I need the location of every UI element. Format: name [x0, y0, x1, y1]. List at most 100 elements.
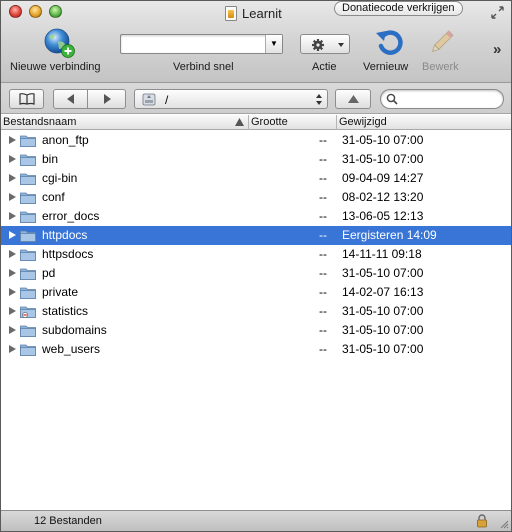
file-row[interactable]: httpdocs -- Eergisteren 14:09	[1, 226, 511, 245]
file-size: --	[319, 285, 327, 299]
disclosure-triangle-icon[interactable]	[9, 174, 16, 182]
close-window-button[interactable]	[9, 5, 22, 18]
refresh-button[interactable]	[372, 27, 406, 59]
path-dropdown[interactable]: /	[134, 89, 328, 109]
file-size: --	[319, 323, 327, 337]
zoom-window-button[interactable]	[49, 5, 62, 18]
new-connection-button[interactable]	[41, 27, 77, 59]
column-header-modified[interactable]: Gewijzigd	[337, 115, 511, 130]
file-name: bin	[42, 152, 59, 166]
file-row[interactable]: subdomains -- 31-05-10 07:00	[1, 321, 511, 340]
file-modified: 31-05-10 07:00	[342, 133, 424, 147]
file-modified: 14-02-07 16:13	[342, 285, 424, 299]
column-header-name-label: Bestandsnaam	[3, 116, 77, 128]
file-row[interactable]: conf -- 08-02-12 13:20	[1, 188, 511, 207]
file-name: pd	[42, 266, 56, 280]
file-size: --	[319, 228, 327, 242]
document-icon	[225, 5, 237, 21]
disclosure-triangle-icon[interactable]	[9, 231, 16, 239]
folder-restricted-icon	[20, 306, 36, 318]
file-name: httpdocs	[42, 228, 88, 242]
file-modified: 31-05-10 07:00	[342, 304, 424, 318]
lock-icon[interactable]	[475, 514, 489, 528]
disclosure-triangle-icon[interactable]	[9, 250, 16, 258]
file-modified: 08-02-12 13:20	[342, 190, 424, 204]
file-size: --	[319, 209, 327, 223]
back-arrow-icon	[66, 94, 74, 104]
file-row[interactable]: anon_ftp -- 31-05-10 07:00	[1, 131, 511, 150]
column-header-size-label: Grootte	[251, 116, 288, 128]
disclosure-triangle-icon[interactable]	[9, 288, 16, 296]
back-button[interactable]	[53, 89, 88, 109]
column-header-name[interactable]: Bestandsnaam	[1, 115, 249, 130]
folder-icon	[20, 173, 36, 185]
chevron-down-icon[interactable]: ▼	[265, 35, 282, 53]
file-name: subdomains	[42, 323, 107, 337]
file-size: --	[319, 171, 327, 185]
globe-add-icon	[44, 28, 75, 58]
app-window: Learnit Donatiecode verkrijgen Nieuwe ve…	[0, 0, 512, 532]
file-row[interactable]: bin -- 31-05-10 07:00	[1, 150, 511, 169]
refresh-icon	[376, 30, 403, 55]
quick-connect-label: Verbind snel	[173, 61, 234, 73]
disclosure-triangle-icon[interactable]	[9, 307, 16, 315]
file-row[interactable]: error_docs -- 13-06-05 12:13	[1, 207, 511, 226]
file-modified: 09-04-09 14:27	[342, 171, 424, 185]
disk-icon	[142, 93, 156, 106]
file-size: --	[319, 304, 327, 318]
file-list: anon_ftp -- 31-05-10 07:00 bin -- 31-05-10 07…	[1, 131, 511, 510]
resize-grip-icon[interactable]	[499, 519, 509, 529]
bookmarks-button[interactable]	[9, 89, 44, 109]
folder-icon	[20, 135, 36, 147]
file-row[interactable]: httpsdocs -- 14-11-11 09:18	[1, 245, 511, 264]
current-path: /	[165, 93, 169, 107]
file-modified: 14-11-11 09:18	[342, 247, 422, 261]
disclosure-triangle-icon[interactable]	[9, 269, 16, 277]
disclosure-triangle-icon[interactable]	[9, 155, 16, 163]
new-connection-label: Nieuwe verbinding	[10, 61, 101, 73]
disclosure-triangle-icon[interactable]	[9, 136, 16, 144]
minimize-window-button[interactable]	[29, 5, 42, 18]
column-header-size[interactable]: Grootte	[249, 115, 337, 130]
folder-icon	[20, 211, 36, 223]
disclosure-triangle-icon[interactable]	[9, 212, 16, 220]
file-name: conf	[42, 190, 65, 204]
file-row[interactable]: cgi-bin -- 09-04-09 14:27	[1, 169, 511, 188]
file-modified: 31-05-10 07:00	[342, 342, 424, 356]
file-size: --	[319, 152, 327, 166]
file-name: httpsdocs	[42, 247, 94, 261]
file-size: --	[319, 266, 327, 280]
disclosure-triangle-icon[interactable]	[9, 345, 16, 353]
action-label: Actie	[312, 61, 337, 73]
file-name: web_users	[42, 342, 101, 356]
file-row[interactable]: pd -- 31-05-10 07:00	[1, 264, 511, 283]
file-modified: 31-05-10 07:00	[342, 266, 424, 280]
edit-label: Bewerk	[422, 61, 459, 73]
donate-button[interactable]: Donatiecode verkrijgen	[334, 1, 463, 16]
search-field[interactable]	[380, 89, 504, 109]
fullscreen-icon[interactable]	[491, 6, 504, 19]
parent-directory-button[interactable]	[335, 89, 371, 109]
forward-button[interactable]	[88, 89, 126, 109]
file-size: --	[319, 190, 327, 204]
file-row[interactable]: statistics -- 31-05-10 07:00	[1, 302, 511, 321]
file-row[interactable]: private -- 14-02-07 16:13	[1, 283, 511, 302]
folder-icon	[20, 268, 36, 280]
window-title: Learnit	[225, 5, 282, 21]
file-row[interactable]: web_users -- 31-05-10 07:00	[1, 340, 511, 359]
book-icon	[18, 93, 35, 105]
action-menu-button[interactable]	[300, 34, 350, 54]
file-modified: 31-05-10 07:00	[342, 152, 424, 166]
folder-icon	[20, 249, 36, 261]
quick-connect-combobox[interactable]: ▼	[120, 34, 283, 54]
file-size: --	[319, 133, 327, 147]
edit-button[interactable]	[425, 27, 457, 59]
file-name: private	[42, 285, 79, 299]
toolbar-overflow-button[interactable]: »	[493, 41, 501, 58]
up-arrow-icon	[347, 95, 359, 103]
disclosure-triangle-icon[interactable]	[9, 193, 16, 201]
column-header-row: Bestandsnaam Grootte Gewijzigd	[1, 115, 511, 130]
file-name: statistics	[42, 304, 89, 318]
file-count: 12 Bestanden	[34, 515, 102, 527]
disclosure-triangle-icon[interactable]	[9, 326, 16, 334]
